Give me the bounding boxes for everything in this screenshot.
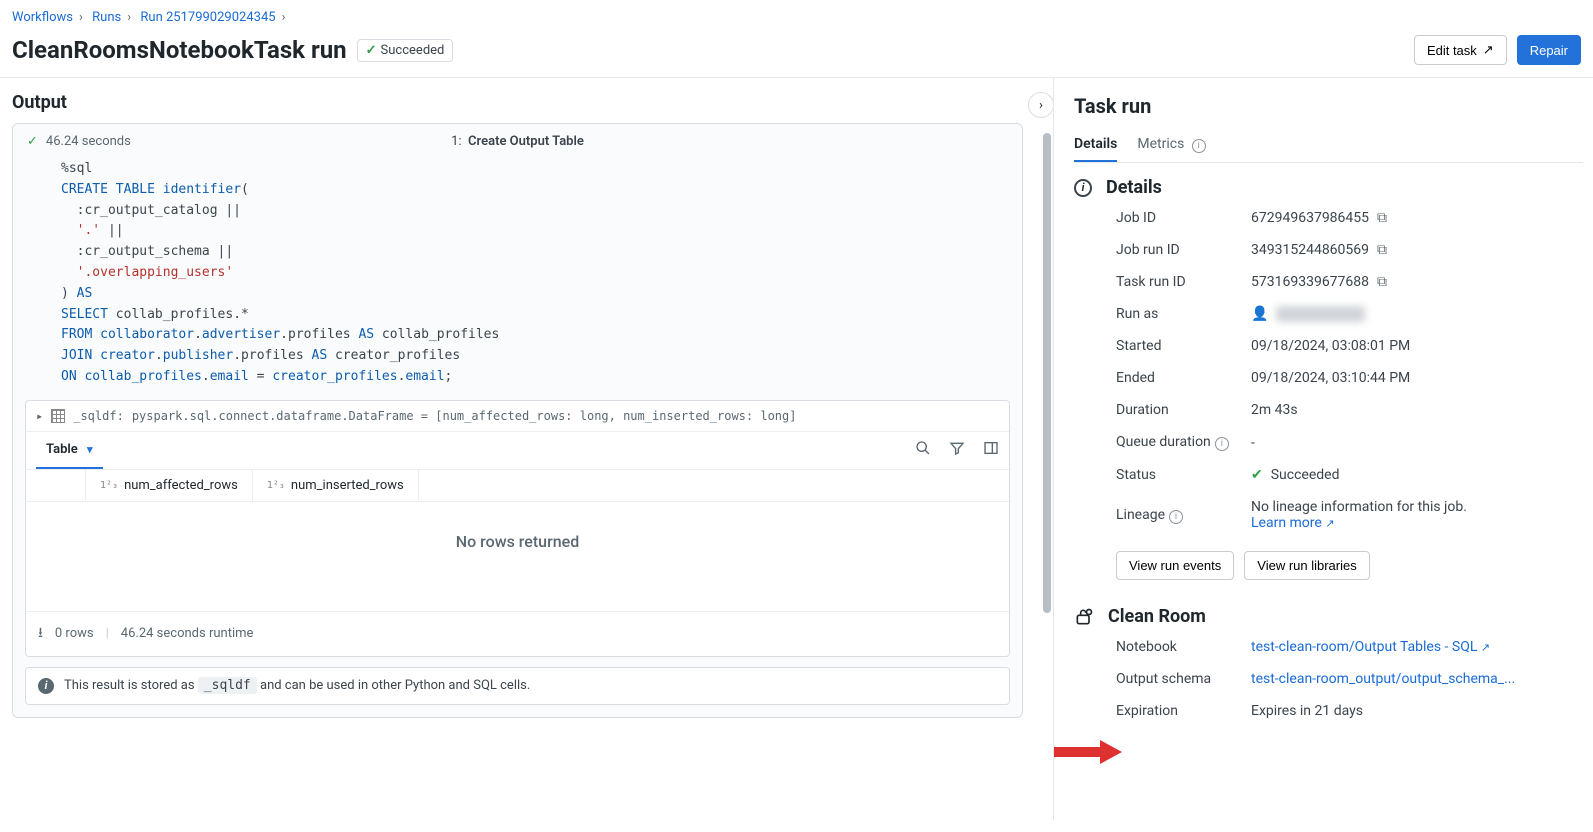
label-job-run-id: Job run ID <box>1116 242 1251 258</box>
check-circle-icon: ✔ <box>1251 467 1263 483</box>
row-count: 0 rows <box>55 626 94 641</box>
info-strip: i This result is stored as _sqldf and ca… <box>25 667 1010 705</box>
label-status: Status <box>1116 467 1251 483</box>
label-task-run-id: Task run ID <box>1116 274 1251 290</box>
breadcrumb-runs[interactable]: Runs <box>92 10 121 25</box>
title-row: CleanRoomsNotebookTask run ✓ Succeeded E… <box>0 31 1593 78</box>
columns-icon[interactable] <box>983 440 999 460</box>
label-output-schema: Output schema <box>1116 671 1251 687</box>
cell-duration: 46.24 seconds <box>46 134 131 149</box>
breadcrumb-workflows[interactable]: Workflows <box>12 10 73 25</box>
check-icon: ✓ <box>27 134 38 149</box>
table-header: 1²₃ num_affected_rows 1²₃ num_inserted_r… <box>26 470 1009 502</box>
value-duration: 2m 43s <box>1251 402 1583 418</box>
edit-task-button[interactable]: Edit task ↗ <box>1414 35 1507 65</box>
annotation-arrow <box>1053 738 1122 770</box>
download-icon[interactable]: ⭳ <box>38 622 43 646</box>
cell-title: 1: Create Output Table <box>451 134 584 149</box>
copy-icon[interactable]: ⧉ <box>1377 210 1387 226</box>
view-run-events-button[interactable]: View run events <box>1116 551 1234 580</box>
tab-metrics[interactable]: Metrics i <box>1137 128 1205 162</box>
dataframe-icon <box>51 409 65 423</box>
table-col-num-inserted[interactable]: 1²₃ num_inserted_rows <box>253 470 419 501</box>
chevron-down-icon: ▾ <box>87 443 93 456</box>
table-row-number-col <box>26 470 86 501</box>
label-notebook: Notebook <box>1116 639 1251 655</box>
page-title: CleanRoomsNotebookTask run <box>12 36 347 64</box>
notebook-cell: ✓ 46.24 seconds 1: Create Output Table %… <box>12 123 1023 718</box>
scrollbar[interactable] <box>1043 133 1051 613</box>
info-icon: i <box>1192 139 1206 153</box>
code-block: %sql CREATE TABLE identifier( :cr_output… <box>13 159 1022 400</box>
label-lineage: Lineagei <box>1116 507 1251 524</box>
value-job-run-id: 349315244860569 <box>1251 242 1369 258</box>
clean-room-icon <box>1074 607 1094 627</box>
copy-icon[interactable]: ⧉ <box>1377 274 1387 290</box>
info-icon: i <box>38 678 54 694</box>
numeric-type-icon: 1²₃ <box>100 480 118 491</box>
status-badge: ✓ Succeeded <box>357 39 454 62</box>
tab-table[interactable]: Table ▾ <box>36 432 103 469</box>
details-heading: Details <box>1106 177 1162 198</box>
search-icon[interactable] <box>915 440 931 460</box>
info-icon[interactable]: i <box>1215 437 1229 451</box>
filter-icon[interactable] <box>949 440 965 460</box>
value-ended: 09/18/2024, 03:10:44 PM <box>1251 370 1583 386</box>
view-run-libraries-button[interactable]: View run libraries <box>1244 551 1369 580</box>
no-rows-message: No rows returned <box>26 502 1009 611</box>
notebook-link[interactable]: test-clean-room/Output Tables - SQL ↗ <box>1251 639 1490 655</box>
output-heading: Output <box>12 92 1043 113</box>
repair-button[interactable]: Repair <box>1517 35 1581 65</box>
label-job-id: Job ID <box>1116 210 1251 226</box>
label-run-as: Run as <box>1116 306 1251 322</box>
external-link-icon: ↗ <box>1483 42 1494 58</box>
value-expiration: Expires in 21 days <box>1251 703 1583 719</box>
breadcrumb: Workflows› Runs› Run 251799029024345› <box>0 0 1593 31</box>
output-panel: Output › ✓ 46.24 seconds 1: Create Outpu… <box>0 78 1053 820</box>
label-duration: Duration <box>1116 402 1251 418</box>
value-job-id: 672949637986455 <box>1251 210 1369 226</box>
tab-details[interactable]: Details <box>1074 128 1117 162</box>
lineage-learn-more-link[interactable]: Learn more ↗ <box>1251 515 1335 531</box>
external-link-icon: ↗ <box>1325 517 1334 530</box>
chevron-right-icon: › <box>1039 98 1043 113</box>
label-expiration: Expiration <box>1116 703 1251 719</box>
external-link-icon: ↗ <box>1481 641 1490 654</box>
info-icon[interactable]: i <box>1169 510 1183 524</box>
copy-icon[interactable]: ⧉ <box>1377 242 1387 258</box>
value-run-as-redacted: xxxxxxx <box>1276 306 1365 322</box>
result-footer: ⭳ 0 rows | 46.24 seconds runtime <box>26 611 1009 656</box>
runtime-text: 46.24 seconds runtime <box>121 626 254 641</box>
user-icon: 👤 <box>1251 306 1268 322</box>
breadcrumb-run[interactable]: Run 251799029024345 <box>140 10 275 25</box>
value-started: 09/18/2024, 03:08:01 PM <box>1251 338 1583 354</box>
task-run-heading: Task run <box>1074 94 1583 118</box>
check-icon: ✓ <box>366 43 377 58</box>
task-run-panel: Task run Details Metrics i i Details Job… <box>1053 78 1593 820</box>
info-icon: i <box>1074 179 1092 197</box>
label-started: Started <box>1116 338 1251 354</box>
output-schema-link[interactable]: test-clean-room_output/output_schema_... <box>1251 671 1515 687</box>
collapse-panel-button[interactable]: › <box>1028 92 1053 118</box>
result-box: ▸ _sqldf: pyspark.sql.connect.dataframe.… <box>25 400 1010 657</box>
value-queue-duration: - <box>1251 435 1583 451</box>
label-queue-duration: Queue durationi <box>1116 434 1251 451</box>
value-lineage: No lineage information for this job. <box>1251 499 1583 515</box>
table-col-num-affected[interactable]: 1²₃ num_affected_rows <box>86 470 253 501</box>
clean-room-heading: Clean Room <box>1108 606 1206 627</box>
result-schema-row[interactable]: ▸ _sqldf: pyspark.sql.connect.dataframe.… <box>26 401 1009 432</box>
value-status: ✔Succeeded <box>1251 467 1583 483</box>
caret-right-icon: ▸ <box>36 409 43 423</box>
label-ended: Ended <box>1116 370 1251 386</box>
numeric-type-icon: 1²₃ <box>267 480 285 491</box>
value-task-run-id: 573169339677688 <box>1251 274 1369 290</box>
